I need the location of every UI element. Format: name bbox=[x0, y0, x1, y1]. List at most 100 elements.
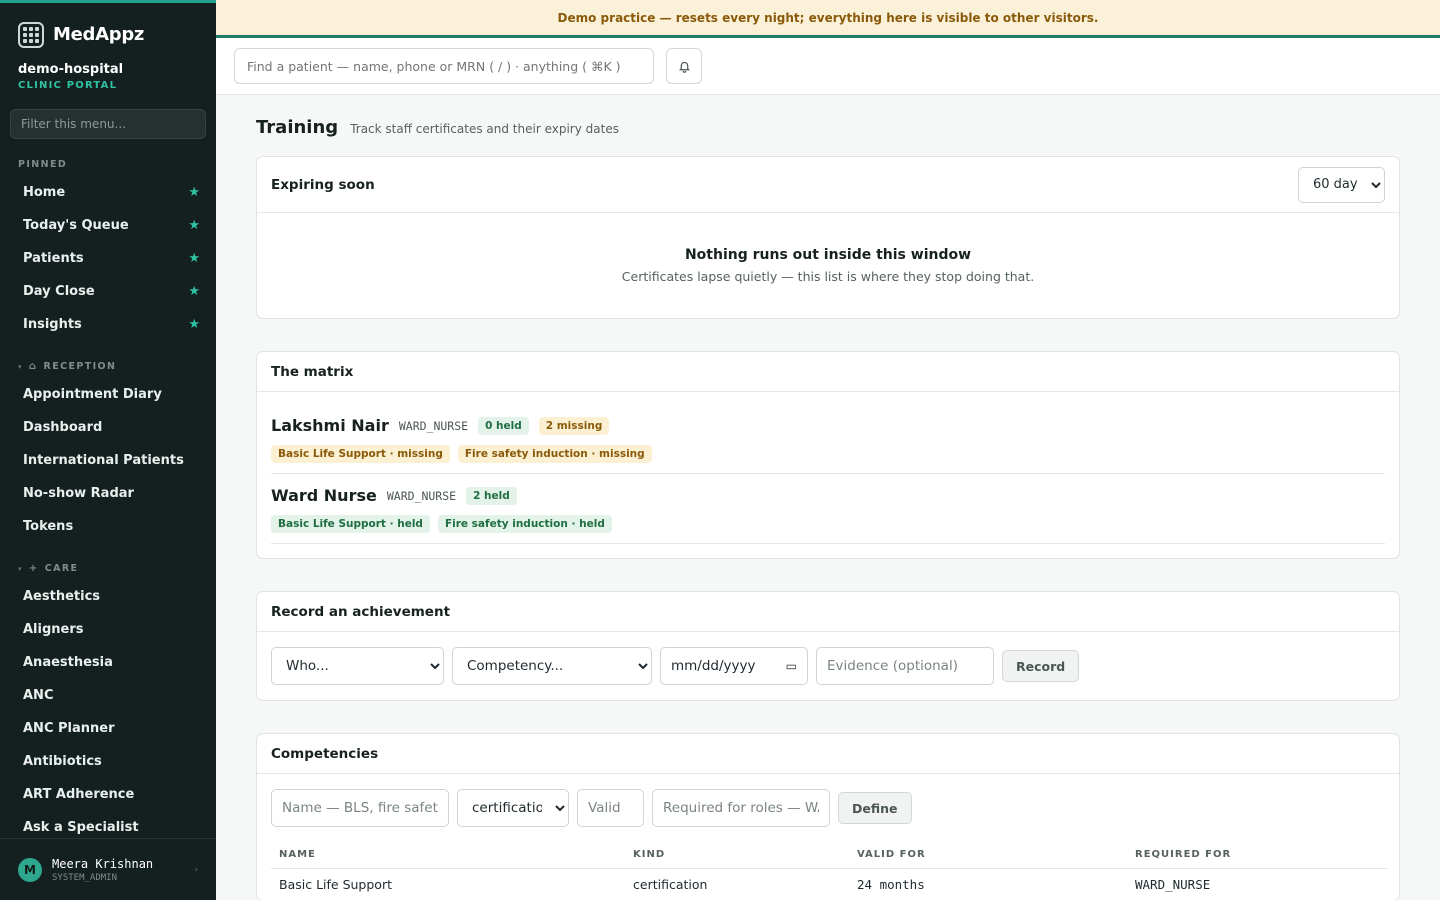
card-header: Record an achievement bbox=[257, 592, 1399, 632]
home-icon: ⌂ bbox=[28, 361, 38, 372]
sidebar-item-label: Aligners bbox=[23, 622, 84, 637]
evidence-input[interactable] bbox=[816, 647, 994, 685]
card-header: Competencies bbox=[257, 734, 1399, 774]
section-header-reception[interactable]: ▾ ⌂ RECEPTION bbox=[0, 355, 216, 378]
sidebar-item-aligners[interactable]: Aligners bbox=[0, 613, 216, 646]
chevron-right-icon: › bbox=[194, 865, 198, 874]
sidebar-item-todays-queue[interactable]: Today's Queue ★ bbox=[0, 209, 216, 242]
sidebar-item-no-show-radar[interactable]: No-show Radar bbox=[0, 477, 216, 510]
star-icon[interactable]: ★ bbox=[188, 218, 200, 233]
menu-filter-input[interactable] bbox=[10, 109, 206, 139]
card-title: Record an achievement bbox=[271, 603, 451, 620]
date-placeholder: mm/dd/yyyy bbox=[671, 658, 756, 674]
column-header[interactable]: REQUIRED FOR bbox=[1127, 842, 1387, 869]
nav-scroll[interactable]: PINNED Home ★ Today's Queue ★ Patients ★ Da… bbox=[0, 139, 216, 838]
sidebar-item-tokens[interactable]: Tokens bbox=[0, 510, 216, 543]
patient-search-input[interactable] bbox=[234, 48, 654, 84]
section-label: CARE bbox=[44, 563, 79, 574]
collapse-caret-icon: ▾ bbox=[18, 362, 23, 371]
star-icon[interactable]: ★ bbox=[188, 185, 200, 200]
sidebar-item-day-close[interactable]: Day Close ★ bbox=[0, 275, 216, 308]
page-subtitle: Track staff certificates and their expir… bbox=[350, 122, 619, 136]
card-title: Competencies bbox=[271, 745, 379, 762]
sidebar-item-label: ANC bbox=[23, 688, 54, 703]
matrix-card: The matrix Lakshmi Nair WARD_NURSE 0 hel… bbox=[256, 351, 1400, 559]
competency-name-input[interactable] bbox=[271, 789, 449, 827]
sidebar-item-home[interactable]: Home ★ bbox=[0, 176, 216, 209]
card-title: Expiring soon bbox=[271, 176, 375, 193]
define-button[interactable]: Define bbox=[838, 792, 912, 824]
notifications-button[interactable] bbox=[666, 48, 702, 84]
sidebar-item-label: Today's Queue bbox=[23, 218, 129, 233]
sidebar-item-label: ART Adherence bbox=[23, 787, 135, 802]
empty-state: Nothing runs out inside this window Cert… bbox=[257, 213, 1399, 318]
valid-months-input[interactable] bbox=[577, 789, 644, 827]
star-icon[interactable]: ★ bbox=[188, 251, 200, 266]
sidebar-item-label: ANC Planner bbox=[23, 721, 115, 736]
section-label: RECEPTION bbox=[43, 361, 117, 372]
card-header: Expiring soon 60 days bbox=[257, 157, 1399, 213]
page-header: Training Track staff certificates and th… bbox=[256, 117, 1400, 141]
sidebar-item-label: Home bbox=[23, 185, 66, 200]
competency-tags: Basic Life Support · held Fire safety in… bbox=[271, 515, 1385, 533]
sidebar-item-label: Insights bbox=[23, 317, 82, 332]
required-roles-input[interactable] bbox=[652, 789, 830, 827]
sidebar-item-label: Patients bbox=[23, 251, 84, 266]
kind-select[interactable]: certification bbox=[457, 789, 569, 827]
sidebar-item-label: Tokens bbox=[23, 519, 74, 534]
sidebar-item-patients[interactable]: Patients ★ bbox=[0, 242, 216, 275]
person-name: Ward Nurse bbox=[271, 486, 377, 505]
card-header: The matrix bbox=[257, 352, 1399, 392]
section-header-care[interactable]: ▾ + CARE bbox=[0, 557, 216, 580]
star-icon[interactable]: ★ bbox=[188, 284, 200, 299]
brand[interactable]: MedAppz bbox=[0, 3, 216, 50]
competency-select[interactable]: Competency... bbox=[452, 647, 652, 685]
sidebar-item-insights[interactable]: Insights ★ bbox=[0, 308, 216, 341]
date-input[interactable]: mm/dd/yyyy ▭ bbox=[660, 647, 808, 685]
competency-tag: Fire safety induction · held bbox=[437, 515, 612, 533]
table-row[interactable]: Basic Life Support certification 24 mont… bbox=[271, 868, 1387, 900]
cell-name: Basic Life Support bbox=[279, 876, 392, 892]
sidebar-item-aesthetics[interactable]: Aesthetics bbox=[0, 580, 216, 613]
sidebar-item-anc-planner[interactable]: ANC Planner bbox=[0, 712, 216, 745]
column-header[interactable]: KIND bbox=[625, 842, 849, 869]
org-name: demo-hospital bbox=[18, 62, 124, 77]
column-header[interactable]: NAME bbox=[271, 842, 625, 869]
collapse-caret-icon: ▾ bbox=[18, 564, 23, 573]
star-icon[interactable]: ★ bbox=[188, 317, 200, 332]
user-menu[interactable]: M Meera Krishnan SYSTEM_ADMIN › bbox=[0, 838, 216, 900]
sidebar-item-dashboard[interactable]: Dashboard bbox=[0, 411, 216, 444]
content: Training Track staff certificates and th… bbox=[216, 117, 1440, 900]
sidebar-item-anaesthesia[interactable]: Anaesthesia bbox=[0, 646, 216, 679]
record-form: Who... Competency... mm/dd/yyyy ▭ Record bbox=[257, 632, 1399, 700]
cell-required: WARD_NURSE bbox=[1135, 876, 1211, 892]
demo-banner: Demo practice — resets every night; ever… bbox=[216, 0, 1440, 38]
record-button[interactable]: Record bbox=[1002, 650, 1080, 682]
held-badge: 2 held bbox=[466, 486, 517, 505]
calendar-icon[interactable]: ▭ bbox=[786, 659, 797, 673]
sidebar-item-label: Ask a Specialist bbox=[23, 820, 139, 835]
sidebar-item-label: Aesthetics bbox=[23, 589, 101, 604]
sidebar-item-appointment-diary[interactable]: Appointment Diary bbox=[0, 378, 216, 411]
plus-icon: + bbox=[28, 563, 39, 574]
user-role: SYSTEM_ADMIN bbox=[52, 872, 118, 883]
sidebar-item-ask-a-specialist[interactable]: Ask a Specialist bbox=[0, 811, 216, 838]
avatar: M bbox=[18, 857, 42, 882]
app-logo-icon bbox=[18, 21, 44, 48]
role-code: WARD_NURSE bbox=[398, 418, 469, 433]
sidebar-item-anc[interactable]: ANC bbox=[0, 679, 216, 712]
who-select[interactable]: Who... bbox=[271, 647, 444, 685]
competency-tag: Fire safety induction · missing bbox=[457, 445, 652, 463]
cell-kind: certification bbox=[633, 876, 708, 892]
column-header[interactable]: VALID FOR bbox=[849, 842, 1127, 869]
window-select[interactable]: 60 days bbox=[1298, 166, 1385, 203]
missing-badge: 2 missing bbox=[538, 416, 610, 435]
role-code: WARD_NURSE bbox=[386, 488, 457, 503]
person-line: Ward Nurse WARD_NURSE 2 held bbox=[271, 486, 1385, 505]
sidebar-item-label: No-show Radar bbox=[23, 486, 134, 501]
sidebar-item-label: Anaesthesia bbox=[23, 655, 113, 670]
competency-tag: Basic Life Support · missing bbox=[271, 445, 450, 463]
sidebar-item-antibiotics[interactable]: Antibiotics bbox=[0, 745, 216, 778]
sidebar-item-international-patients[interactable]: International Patients bbox=[0, 444, 216, 477]
sidebar-item-art-adherence[interactable]: ART Adherence bbox=[0, 778, 216, 811]
